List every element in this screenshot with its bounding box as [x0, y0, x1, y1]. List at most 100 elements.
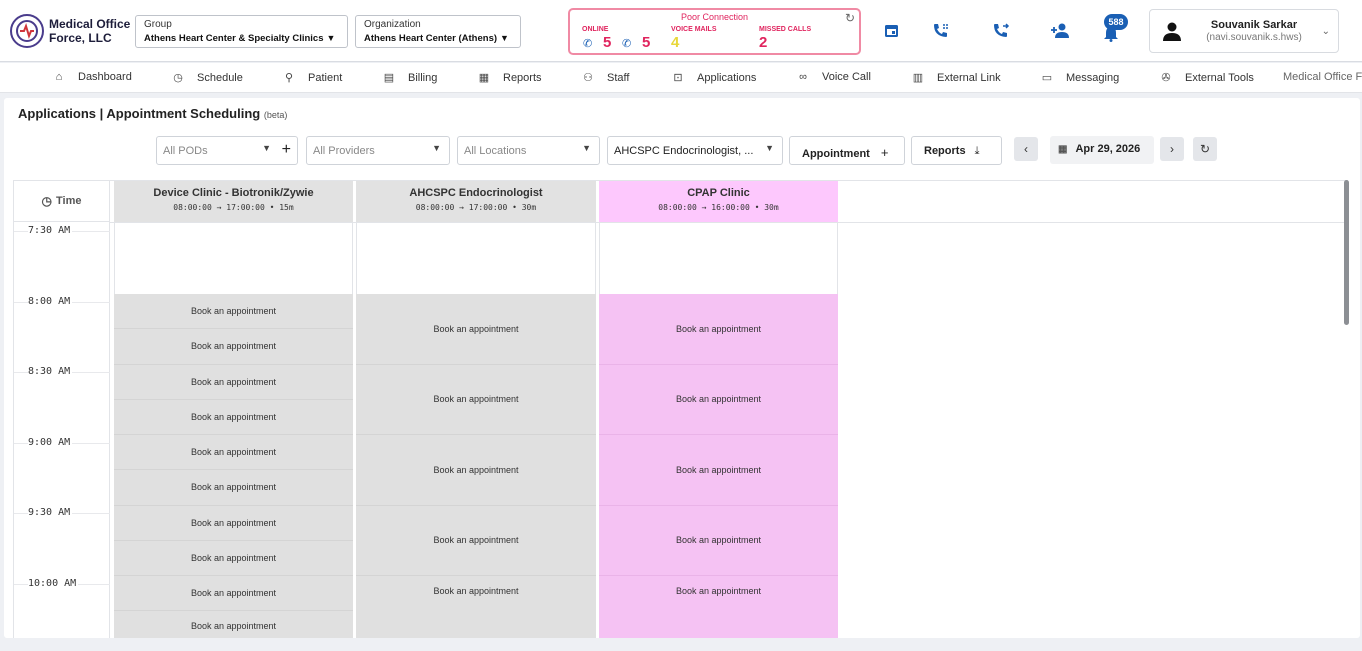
provider-column-header: CPAP Clinic 08:00:00 → 16:00:00 • 30m [599, 181, 838, 222]
schedule-scrollbar[interactable] [1344, 180, 1349, 325]
book-appointment-label: Book an appointment [190, 341, 277, 352]
book-appointment-slot[interactable]: Book an appointment [114, 329, 353, 365]
book-appointment-slot[interactable]: Book an appointment [599, 435, 838, 506]
provider-name: Device Clinic - Biotronik/Zywie [153, 187, 314, 199]
online-count-a: 5 [603, 34, 612, 51]
time-label: 8:00 AM [28, 295, 73, 307]
nav-messaging[interactable]: ▭ Messaging [1040, 71, 1120, 85]
group-label: Group [144, 19, 172, 30]
add-appointment-button[interactable]: Appointment + [789, 136, 905, 165]
group-value: Athens Heart Center & Specialty Clinics ▼ [144, 31, 339, 46]
refresh-icon[interactable]: ↻ [845, 11, 855, 25]
book-appointment-slot[interactable]: Book an appointment [599, 364, 838, 435]
nav-staff[interactable]: ⚇ Staff [581, 71, 629, 85]
next-day-button[interactable]: › [1160, 137, 1184, 161]
phone-dialpad-icon[interactable] [932, 22, 951, 44]
chevron-right-icon: › [1170, 142, 1174, 156]
nav-external-link[interactable]: ▥ External Link [911, 71, 1001, 85]
book-appointment-slot[interactable]: Book an appointment [114, 435, 353, 471]
plus-icon: + [880, 145, 889, 160]
document-icon: ▦ [478, 72, 490, 84]
book-appointment-slot[interactable]: Book an appointment [599, 294, 838, 365]
book-appointment-slot[interactable]: Book an appointment [599, 505, 838, 576]
nav-applications[interactable]: ⊡ Applications [671, 71, 756, 85]
logo-icon [10, 14, 44, 48]
book-appointment-slot[interactable]: Book an appointment [356, 505, 596, 576]
add-user-svg [1051, 23, 1069, 38]
book-appointment-slot[interactable]: Book an appointment [114, 611, 353, 638]
book-appointment-slot[interactable]: Book an appointment [114, 470, 353, 506]
book-appointment-slot[interactable]: Book an appointment [114, 540, 353, 576]
previous-day-button[interactable]: ‹ [1014, 137, 1038, 161]
reports-button-label: Reports [924, 145, 966, 157]
brand-logo[interactable]: Medical Office Force, LLC [10, 14, 130, 48]
pods-filter[interactable]: All PODs ▼ + [156, 136, 298, 165]
book-appointment-slot[interactable]: Book an appointment [114, 399, 353, 435]
book-appointment-slot[interactable]: Book an appointment [356, 435, 596, 506]
date-picker[interactable]: ▦ Apr 29, 2026 [1050, 136, 1154, 164]
book-appointment-slot[interactable]: Book an appointment [356, 294, 596, 365]
calendar-icon[interactable] [883, 22, 900, 44]
phone-forward-icon[interactable] [992, 22, 1011, 44]
book-appointment-label: Book an appointment [190, 411, 277, 422]
voicemail-label: VOICE MAILS [671, 26, 717, 33]
nav-patient[interactable]: ⚲ Patient [282, 71, 343, 85]
nav-patient-label: Patient [308, 71, 343, 84]
book-appointment-label: Book an appointment [190, 376, 277, 387]
caret-down-icon: ▼ [765, 143, 774, 153]
notification-badge[interactable]: 588 [1104, 14, 1128, 30]
patient-icon: ⚲ [284, 72, 294, 84]
organization-label: Organization [364, 19, 421, 30]
reports-download-button[interactable]: Reports ⤓ [911, 136, 1002, 165]
beta-tag: (beta) [263, 110, 288, 120]
user-menu[interactable]: Souvanik Sarkar (navi.souvanik.s.hws) ⌄ [1149, 9, 1339, 53]
add-user-icon[interactable] [1050, 22, 1070, 44]
group-select[interactable]: Group Athens Heart Center & Specialty Cl… [135, 15, 348, 48]
providers-filter[interactable]: All Providers ▼ [306, 136, 450, 165]
connection-status-panel[interactable]: Poor Connection ↻ ONLINE ✆ 5 ✆ 5 VOICE M… [568, 8, 861, 55]
nav-reports[interactable]: ▦ Reports [477, 71, 542, 85]
locations-filter[interactable]: All Locations ▼ [457, 136, 600, 165]
provider-column-header: AHCSPC Endocrinologist 08:00:00 → 17:00:0… [356, 181, 596, 222]
nav-external-tools[interactable]: ✇ External Tools [1159, 71, 1254, 85]
chevron-down-icon[interactable]: ⌄ [1322, 26, 1330, 37]
organization-select[interactable]: Organization Athens Heart Center (Athens… [355, 15, 521, 48]
phone-dialpad-svg [934, 24, 948, 37]
provider-column-header: Device Clinic - Biotronik/Zywie 08:00:00 … [114, 181, 353, 222]
voicemail-count[interactable]: 4 [671, 34, 679, 51]
group-value-text: Athens Heart Center & Specialty Clinics [144, 33, 324, 44]
book-appointment-slot[interactable]: Book an appointment [356, 576, 596, 638]
location-select-text: AHCSPC Endocrinologist, ... [614, 145, 754, 157]
nav-schedule[interactable]: ◷ Schedule [171, 71, 243, 85]
book-appointment-label: Book an appointment [433, 394, 519, 405]
calendar-icon-svg [885, 25, 898, 37]
book-appointment-slot[interactable]: Book an appointment [114, 364, 353, 400]
user-avatar-svg [1163, 22, 1181, 41]
location-select[interactable]: AHCSPC Endocrinologist, ... ▼ [607, 136, 783, 165]
plus-icon[interactable]: + [282, 141, 291, 159]
nav-voice-call[interactable]: ∞ Voice Call [796, 71, 871, 83]
nav-messaging-label: Messaging [1066, 71, 1120, 84]
nav-billing[interactable]: ▤ Billing [382, 71, 438, 85]
book-appointment-slot[interactable]: Book an appointment [356, 364, 596, 435]
book-appointment-slot[interactable]: Book an appointment [599, 576, 838, 638]
book-appointment-label: Book an appointment [190, 588, 277, 599]
provider-hours: 08:00:00 → 16:00:00 • 30m [658, 203, 779, 212]
time-label: 9:30 AM [28, 507, 73, 518]
book-appointment-slot[interactable]: Book an appointment [114, 576, 353, 612]
selected-date: Apr 29, 2026 [1075, 143, 1141, 155]
nav-schedule-label: Schedule [197, 71, 243, 84]
caret-down-icon: ▼ [432, 143, 441, 153]
provider-name: AHCSPC Endocrinologist [409, 187, 543, 199]
time-label: 7:30 AM [28, 225, 73, 236]
nav-dashboard[interactable]: ⌂ Dashboard [52, 71, 132, 83]
refresh-schedule-button[interactable]: ↻ [1193, 137, 1217, 161]
time-header-label: Time [56, 195, 82, 207]
book-appointment-slot[interactable]: Book an appointment [114, 505, 353, 541]
app-header: Medical Office Force, LLC Group Athens H… [0, 0, 1362, 62]
missed-calls-count[interactable]: 2 [759, 34, 767, 51]
applications-icon: ⊡ [673, 72, 683, 84]
brand-line-1: Medical Office [49, 17, 131, 31]
provider-name: CPAP Clinic [687, 187, 750, 199]
book-appointment-slot[interactable]: Book an appointment [114, 294, 353, 330]
